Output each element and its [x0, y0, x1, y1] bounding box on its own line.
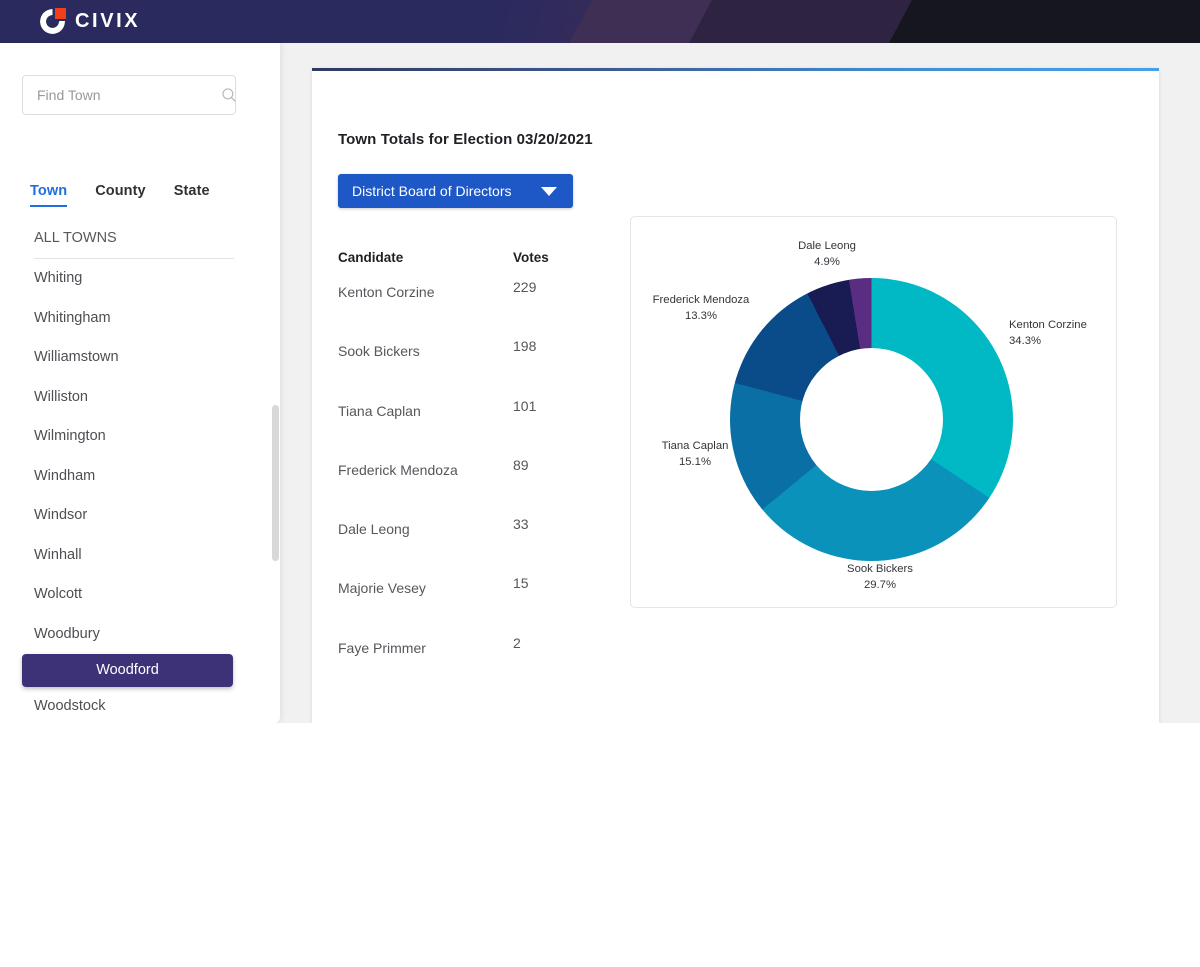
results-donut-chart: Kenton Corzine 34.3% Sook Bickers 29.7% … — [630, 216, 1117, 608]
cell-votes: 101 — [513, 397, 537, 414]
table-row: Kenton Corzine 229 — [338, 265, 628, 324]
cell-candidate: Faye Primmer — [338, 639, 426, 656]
slice-label-name: Frederick Mendoza — [652, 294, 750, 306]
tab-town[interactable]: Town — [30, 183, 68, 207]
table-row: Tiana Caplan 101 — [338, 384, 628, 443]
race-dropdown-label: District Board of Directors — [352, 183, 512, 199]
cell-candidate: Tiana Caplan — [338, 402, 421, 419]
slice-label-name: Dale Leong — [798, 240, 856, 252]
list-item-winhall[interactable]: Winhall — [0, 536, 280, 576]
sidebar-scrollbar[interactable] — [272, 221, 279, 723]
list-item-woodstock[interactable]: Woodstock — [0, 687, 280, 723]
sidebar-scrollbar-thumb[interactable] — [272, 405, 279, 561]
list-item-wilmington[interactable]: Wilmington — [0, 417, 280, 457]
chevron-down-icon — [541, 186, 557, 196]
list-item-windsor[interactable]: Windsor — [0, 496, 280, 536]
logo-accent-square-icon — [55, 8, 66, 19]
tab-state[interactable]: State — [174, 183, 210, 207]
tab-county[interactable]: County — [95, 183, 146, 207]
page-body: Town County State ALL TOWNS Whiting Whit… — [0, 43, 1200, 731]
list-item-woodbury[interactable]: Woodbury — [0, 615, 280, 655]
cell-votes: 89 — [513, 456, 529, 473]
slice-label-tiana-caplan: Tiana Caplan 15.1% — [635, 439, 755, 470]
results-card: Town Totals for Election 03/20/2021 Dist… — [312, 68, 1159, 731]
list-item-wolcott[interactable]: Wolcott — [0, 575, 280, 615]
page-title: Town Totals for Election 03/20/2021 — [338, 131, 593, 148]
donut-graphic — [730, 278, 1013, 561]
results-table: Candidate Votes Kenton Corzine 229 Sook … — [338, 250, 628, 680]
slice-label-name: Tiana Caplan — [661, 440, 729, 452]
town-list-scroll-area[interactable]: ALL TOWNS Whiting Whitingham Williamstow… — [0, 221, 280, 723]
slice-label-percent: 13.3% — [684, 309, 718, 322]
card-accent-bar — [312, 68, 1159, 71]
slice-label-dale-leong: Dale Leong 4.9% — [767, 239, 887, 270]
list-item-whitingham[interactable]: Whitingham — [0, 299, 280, 339]
brand-logo[interactable]: CIVIX — [40, 8, 140, 35]
cell-candidate: Dale Leong — [338, 521, 410, 538]
town-list: ALL TOWNS Whiting Whitingham Williamstow… — [0, 221, 280, 723]
slice-label-percent: 4.9% — [814, 255, 840, 268]
table-header-row: Candidate Votes — [338, 250, 628, 265]
table-row: Majorie Vesey 15 — [338, 561, 628, 620]
slice-label-name: Sook Bickers — [847, 563, 913, 575]
top-bar: CIVIX — [0, 0, 1200, 43]
column-header-candidate: Candidate — [338, 250, 404, 265]
slice-label-frederick-mendoza: Frederick Mendoza 13.3% — [631, 293, 771, 324]
cell-candidate: Majorie Vesey — [338, 580, 426, 597]
search-input[interactable] — [35, 86, 220, 104]
list-item-all-towns[interactable]: ALL TOWNS — [34, 221, 234, 259]
civix-pie-logo-icon — [40, 8, 66, 34]
table-row: Dale Leong 33 — [338, 502, 628, 561]
search-box[interactable] — [22, 75, 236, 115]
app-root: CIVIX Town County State ALL TOWNS — [0, 0, 1200, 967]
list-item-whiting[interactable]: Whiting — [0, 259, 280, 299]
search-icon — [222, 88, 236, 102]
slice-label-name: Kenton Corzine — [1009, 319, 1087, 331]
table-row: Sook Bickers 198 — [338, 324, 628, 383]
list-item-williston[interactable]: Williston — [0, 378, 280, 418]
table-row: Frederick Mendoza 89 — [338, 443, 628, 502]
cell-votes: 198 — [513, 338, 537, 355]
top-bar-band-3 — [882, 0, 1200, 43]
cell-votes: 15 — [513, 575, 529, 592]
brand-name: CIVIX — [75, 10, 141, 32]
list-item-woodford[interactable]: Woodford — [22, 654, 233, 687]
cell-candidate: Kenton Corzine — [338, 284, 435, 300]
cell-candidate: Sook Bickers — [338, 343, 420, 360]
page-whitespace — [0, 723, 1200, 967]
race-dropdown[interactable]: District Board of Directors — [338, 174, 573, 208]
cell-candidate: Frederick Mendoza — [338, 461, 458, 478]
list-item-williamstown[interactable]: Williamstown — [0, 338, 280, 378]
slice-label-percent: 15.1% — [678, 455, 712, 468]
sidebar: Town County State ALL TOWNS Whiting Whit… — [0, 43, 280, 723]
slice-label-percent: 34.3% — [1009, 334, 1042, 347]
cell-votes: 229 — [513, 279, 537, 295]
cell-votes: 33 — [513, 516, 529, 533]
slice-label-sook-bickers: Sook Bickers 29.7% — [820, 562, 940, 593]
table-row: Faye Primmer 2 — [338, 621, 628, 680]
scope-tabs: Town County State — [30, 183, 210, 207]
slice-label-percent: 29.7% — [863, 578, 897, 591]
column-header-votes: Votes — [513, 250, 549, 265]
donut-center-hole — [800, 348, 943, 491]
list-item-windham[interactable]: Windham — [0, 457, 280, 497]
cell-votes: 2 — [513, 634, 521, 651]
slice-label-kenton-corzine: Kenton Corzine 34.3% — [1009, 318, 1087, 349]
